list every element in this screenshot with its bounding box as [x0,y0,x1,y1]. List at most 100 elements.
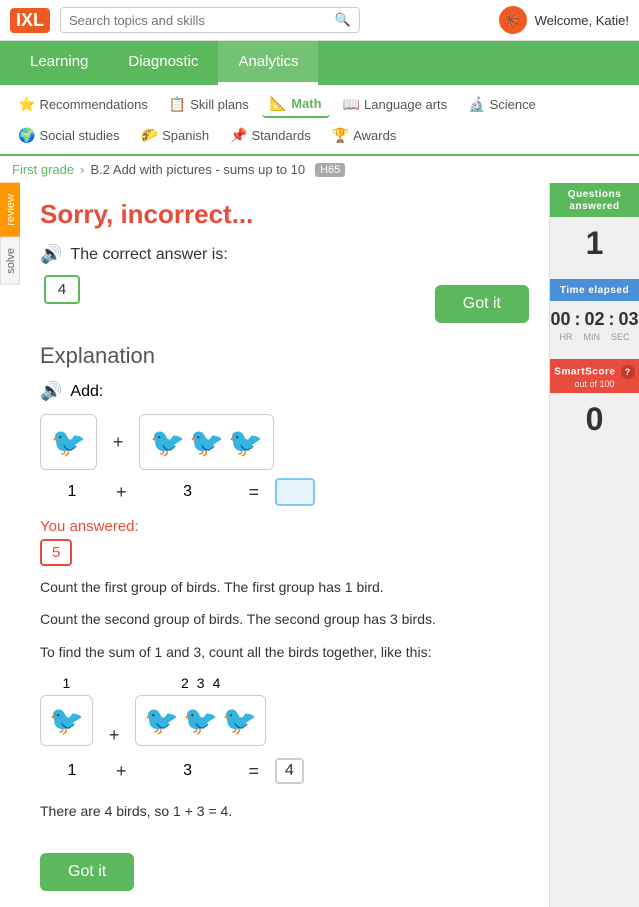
spanish-icon: 🌮 [141,127,158,144]
num1b: 1 [44,762,100,780]
time-display: 00 : 02 : 03 HR MIN SEC [550,301,639,350]
side-panel: Questions answered 1 Time elapsed 00 : 0… [549,183,639,907]
answer-blank [275,478,315,506]
bird-2c: 🐦 [228,426,263,459]
subnav-spanish[interactable]: 🌮 Spanish [133,123,217,148]
plus-op-2: + [103,725,126,746]
skill-badge: H65 [315,163,345,177]
add-label: Add: [70,383,103,401]
user-area: 🏀 Welcome, Katie! [499,6,629,34]
bird-group-2: 🐦 🐦 🐦 [139,414,274,470]
explanation-line-3: To find the sum of 1 and 3, count all th… [40,641,529,663]
explanation-line-1: Count the first group of birds. The firs… [40,576,529,598]
bird-box-1: 🐦 [40,695,93,746]
content-area: Sorry, incorrect... 🔊 The correct answer… [20,183,549,907]
welcome-text: Welcome, Katie! [535,13,629,28]
bird-1: 🐦 [51,426,86,459]
bird-equation-row-2: 1 🐦 + 2 3 4 🐦 🐦 🐦 [40,675,529,746]
time-colon1: : [574,309,580,330]
bird-disp-2c: 🐦 [222,704,257,737]
math-icon: 📐 [270,95,287,112]
time-numbers: 00 : 02 : 03 [554,309,635,330]
explanation-line-2: Count the second group of birds. The sec… [40,608,529,630]
bird-box-2: 🐦 🐦 🐦 [135,695,266,746]
add-section: 🔊 Add: [40,381,529,402]
tab-analytics[interactable]: Analytics [218,41,318,85]
final-explanation-line: There are 4 birds, so 1 + 3 = 4. [40,800,529,822]
answer-correct-display: 4 [275,758,304,784]
num2b: 3 [143,762,233,780]
side-tabs: review solve [0,183,20,907]
correct-answer-value: 4 [44,275,80,304]
num-eq: = [243,482,266,503]
subnav-math[interactable]: 📐 Math [262,91,330,118]
num-op-2: + [110,761,133,782]
time-sec: 03 [619,309,639,330]
subnav-science[interactable]: 🔬 Science [460,92,544,117]
smart-score-sublabel: out of 100 [554,379,635,389]
nav-tabs: Learning Diagnostic Analytics [0,41,639,85]
bottom-got-it-button[interactable]: Got it [40,853,134,891]
add-sound-icon[interactable]: 🔊 [40,381,62,402]
time-min: 02 [584,309,604,330]
hr-label: HR [559,332,572,342]
search-icon: 🔍 [335,12,351,28]
time-labels: HR MIN SEC [554,332,635,342]
top-bar: IXL 🔍 🏀 Welcome, Katie! [0,0,639,41]
skill-plans-icon: 📋 [169,96,186,113]
got-it-button[interactable]: Got it [435,285,529,323]
min-label: MIN [583,332,600,342]
review-tab[interactable]: review [0,183,20,237]
num1: 1 [44,483,100,501]
science-icon: 🔬 [468,96,485,113]
num2: 3 [143,483,233,501]
tab-diagnostic[interactable]: Diagnostic [108,41,218,85]
numbers-row: 1 + 3 = [40,478,529,506]
recommendations-icon: ⭐ [18,96,35,113]
numbers-row-2: 1 + 3 = 4 [40,758,529,784]
questions-answered-section: Questions answered [550,183,639,217]
subnav-language-arts[interactable]: 📖 Language arts [335,92,456,117]
awards-icon: 🏆 [332,127,349,144]
bird-num-1: 1 [63,675,71,691]
num-op: + [110,482,133,503]
subnav-skill-plans[interactable]: 📋 Skill plans [161,92,257,117]
bird-2a: 🐦 [150,426,185,459]
bird-nums-2: 2 3 4 [181,675,220,691]
breadcrumb-skill: B.2 Add with pictures - sums up to 10 [90,162,305,177]
sound-icon[interactable]: 🔊 [40,244,62,265]
questions-answered-value: 1 [550,217,639,270]
subnav-social-studies[interactable]: 🌍 Social studies [10,123,128,148]
sec-label: SEC [611,332,630,342]
plus-op: + [107,432,130,453]
got-it-section: 4 Got it [40,275,529,323]
questions-answered-label: Questions answered [554,189,635,213]
separator-1 [550,274,639,275]
breadcrumb-separator: › [80,162,84,177]
bird-disp-2b: 🐦 [183,704,218,737]
subnav-standards[interactable]: 📌 Standards [222,123,319,148]
user-answer-value: 5 [40,539,72,566]
time-elapsed-label: Time elapsed [554,285,635,297]
bird-group-numbered-1: 1 🐦 [40,675,93,746]
sub-nav: ⭐ Recommendations 📋 Skill plans 📐 Math 📖… [0,85,639,156]
bird-num-2: 2 [181,675,189,691]
correct-answer-label: The correct answer is: [70,246,227,264]
subnav-awards[interactable]: 🏆 Awards [324,123,405,148]
time-hr: 00 [550,309,570,330]
main-layout: review solve Sorry, incorrect... 🔊 The c… [0,183,639,907]
bird-num-4: 4 [213,675,221,691]
breadcrumb: First grade › B.2 Add with pictures - su… [0,156,639,183]
separator-2 [550,354,639,355]
tab-learning[interactable]: Learning [10,41,108,85]
breadcrumb-grade[interactable]: First grade [12,162,74,177]
explanation-title: Explanation [40,343,529,369]
solve-tab[interactable]: solve [0,237,20,285]
search-input[interactable] [69,13,329,28]
search-box[interactable]: 🔍 [60,7,360,33]
time-elapsed-section: Time elapsed [550,279,639,301]
num-eq-2: = [243,761,266,782]
you-answered-label: You answered: [40,518,529,535]
bird-nums-1: 1 [63,675,71,691]
subnav-recommendations[interactable]: ⭐ Recommendations [10,92,156,117]
